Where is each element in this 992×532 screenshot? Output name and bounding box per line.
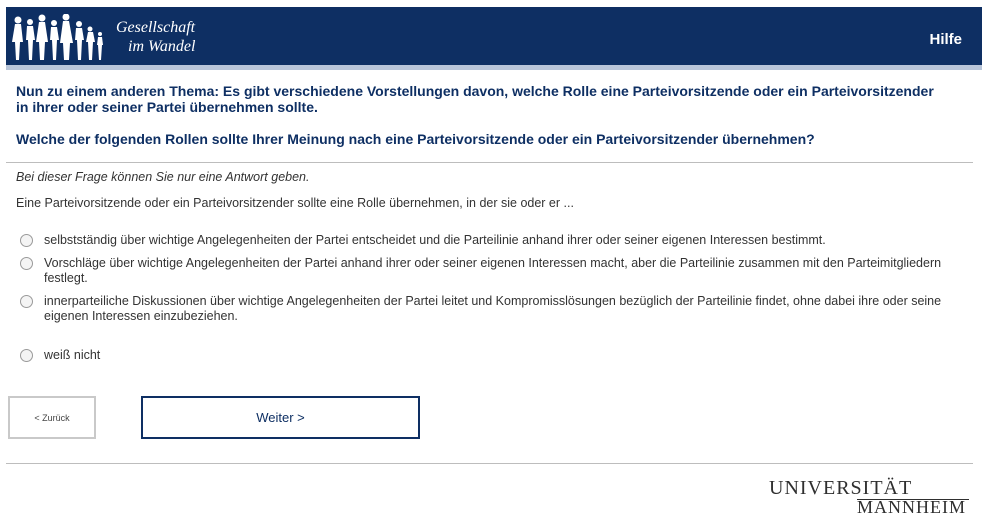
radio-button[interactable] [20, 257, 33, 270]
next-button[interactable]: Weiter > [141, 396, 420, 439]
answer-hint: Bei dieser Frage können Sie nur eine Ant… [16, 170, 310, 184]
answer-option-label: Vorschläge über wichtige Angelegenheiten… [44, 256, 942, 285]
help-link[interactable]: Hilfe [929, 31, 962, 48]
question-text: Welche der folgenden Rollen sollte Ihrer… [16, 131, 815, 147]
divider-top [6, 162, 973, 163]
back-button[interactable]: < Zurück [8, 396, 96, 439]
radio-button[interactable] [20, 295, 33, 308]
app-title-line1: Gesellschaft [116, 19, 196, 36]
app-title: Gesellschaft im Wandel [116, 18, 195, 56]
university-logo-line1: UNIVERSITÄT [769, 477, 913, 499]
answer-option-label: selbstständig über wichtige Angelegenhei… [44, 233, 826, 247]
header-stripe [6, 65, 982, 70]
question-stem: Eine Parteivorsitzende oder ein Parteivo… [16, 196, 574, 210]
answer-option-label: innerparteiliche Diskussionen über wicht… [44, 294, 942, 323]
answer-option-label: weiß nicht [44, 348, 101, 362]
university-logo-line2: MANNHEIM [857, 497, 966, 517]
app-title-line2: im Wandel [128, 38, 196, 55]
divider-bottom [6, 463, 973, 464]
radio-button[interactable] [20, 234, 33, 247]
people-silhouette-logo [12, 14, 103, 60]
radio-button[interactable] [20, 349, 33, 362]
question-intro: Nun zu einem anderen Thema: Es gibt vers… [16, 83, 934, 115]
university-logo: UNIVERSITÄT MANNHEIM [769, 477, 969, 516]
